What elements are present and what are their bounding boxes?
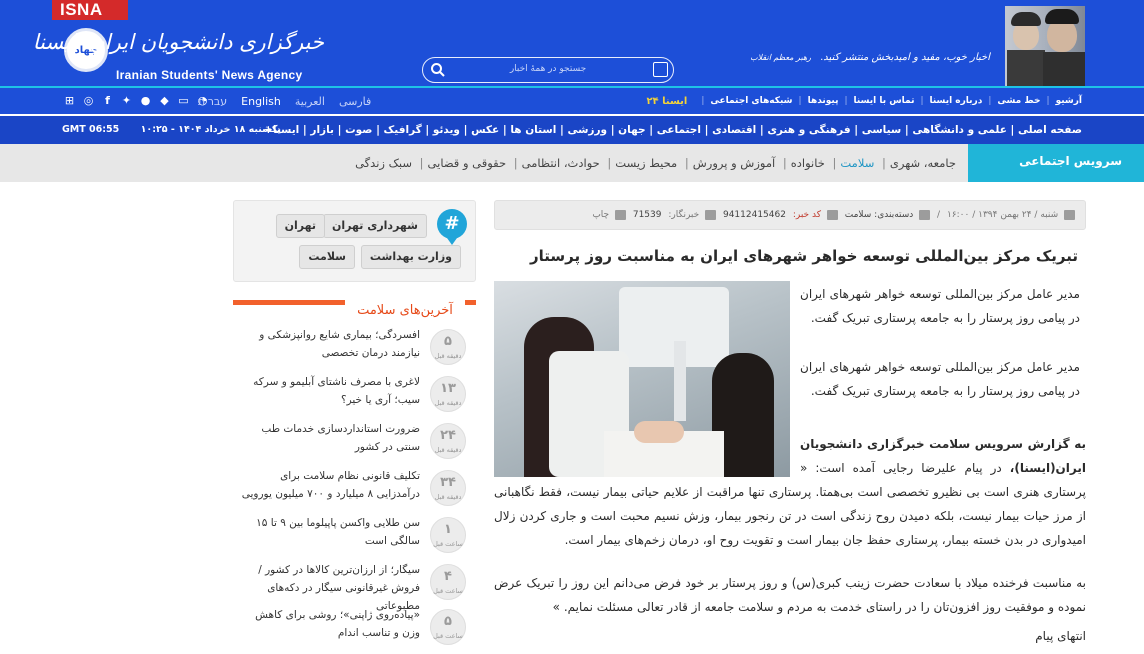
twitter-icon[interactable]: ✦ (119, 94, 134, 108)
sub-nav: سرویس اجتماعی جامعه، شهری| سلامت| خانواد… (0, 144, 1144, 182)
leader-slogan: اخبار خوب، مفید و امیدبخش منتشر کنید. ره… (750, 52, 990, 63)
site-header: ISNA جهاد خبرگزاری دانشجویان ایران، ایسن… (0, 0, 1144, 88)
article-headline: تبریک مرکز بین‌المللی توسعه خواهر شهرهای… (530, 247, 1078, 265)
print-link[interactable]: چاپ (592, 210, 609, 220)
latest-item[interactable]: ۱۳ دقیقه قبل لاغری با مصرف ناشتای آبلیمو … (233, 373, 476, 421)
news-code: 94112415462 (722, 210, 786, 220)
latest-item[interactable]: ۲۴ دقیقه قبل ضرورت استانداردسازی خدمات طب… (233, 420, 476, 468)
utility-links: آرشیو | خط مشی | درباره ایسنا | تماس با ایس… (646, 95, 1082, 107)
main-nav: صفحه اصلی | علمی و دانشگاهی | سیاسی | فر… (0, 116, 1144, 144)
tag-tehran[interactable]: تهران (275, 214, 325, 238)
print-icon[interactable] (614, 209, 626, 220)
time-badge: ۳۴ دقیقه قبل (430, 470, 466, 506)
latest-item[interactable]: ۵ ساعت قبل «پیاده‌روی ژاپنی»؛ روشی برای ک… (233, 606, 476, 654)
latest-item-title[interactable]: تکلیف قانونی نظام سلامت برای درآمدزایی ۸… (240, 467, 420, 503)
id-card-icon (826, 209, 838, 220)
leaders-photo (1005, 6, 1085, 86)
tags-box: # شهرداری تهران تهران وزارت بهداشت سلامت (233, 200, 476, 282)
utility-bar: ⊞ ◎ f ✦ ● ◆ ▭ ◔ עברית English العربية فا… (0, 88, 1144, 114)
latest-item-title[interactable]: ضرورت استانداردسازی خدمات طب سنتی در کشو… (240, 420, 420, 456)
hashtag-icon: # (437, 209, 467, 245)
time-badge: ۱۳ دقیقه قبل (430, 376, 466, 412)
article-meta-bar: شنبه / ۲۴ بهمن ۱۳۹۴ / ۱۶:۰۰ / دسته‌بندی:… (494, 200, 1086, 230)
sub-link-environment[interactable]: محیط زیست (615, 156, 677, 170)
util-link-contact[interactable]: تماس با ایسنا (854, 96, 915, 106)
tv-icon[interactable]: ▭ (176, 94, 191, 108)
search-icon[interactable] (430, 62, 446, 78)
sub-link-incidents[interactable]: حوادث، انتظامی (522, 156, 600, 170)
lang-arabic[interactable]: العربية (295, 95, 325, 108)
instagram-icon[interactable]: ◎ (81, 94, 96, 108)
search-input[interactable]: جستجو در همهٔ اخبار (453, 58, 643, 81)
time-badge: ۵ ساعت قبل (430, 609, 466, 645)
sub-link-health[interactable]: سلامت (840, 156, 874, 170)
logo-persian[interactable]: خبرگزاری دانشجویان ایران، ایسنا (33, 20, 324, 64)
latest-item[interactable]: ۵ دقیقه قبل افسردگی؛ بیماری شایع روانپزشک… (233, 326, 476, 374)
lang-english[interactable]: English (241, 95, 281, 108)
article-end: انتهای پیام (1035, 629, 1086, 643)
reporter-id: 71539 (632, 210, 662, 220)
android-icon[interactable]: ◆ (157, 94, 172, 108)
article-body-2: به مناسبت فرخنده میلاد با سعادت حضرت زین… (494, 576, 1086, 614)
gmt-time: GMT 06:55 (62, 124, 120, 135)
article-body-1: به گزارش سرویس سلامت خبرگزاری دانشجویان … (494, 432, 1086, 552)
sub-link-society[interactable]: جامعه، شهری (890, 156, 956, 170)
windows-icon[interactable]: ⊞ (62, 94, 77, 108)
util-link-about[interactable]: درباره ایسنا (930, 96, 983, 106)
article-lead-1: مدیر عامل مرکز بین‌المللی توسعه خواهر شه… (800, 287, 1080, 325)
main-nav-links[interactable]: صفحه اصلی | علمی و دانشگاهی | سیاسی | فر… (264, 116, 1082, 144)
news-code-label: کد خبر: (792, 210, 821, 220)
latest-item-title[interactable]: سن طلایی واکسن پاپیلوما بین ۹ تا ۱۵ سالگ… (240, 514, 420, 550)
social-icons: ⊞ ◎ f ✦ ● ◆ ▭ ◔ (62, 88, 210, 114)
calendar-small-icon (1064, 209, 1075, 220)
language-switcher: עברית English العربية فارسی (198, 88, 371, 114)
search-box[interactable]: جستجو در همهٔ اخبار (422, 57, 674, 83)
slogan-text: اخبار خوب، مفید و امیدبخش منتشر کنید. (820, 52, 990, 63)
tag-health[interactable]: سلامت (299, 245, 355, 269)
sub-link-family[interactable]: خانواده (791, 156, 825, 170)
latest-item-title[interactable]: لاغری با مصرف ناشتای آبلیمو و سرکه سیب؛ … (240, 373, 420, 409)
folder-icon (919, 209, 931, 220)
microphone-icon (705, 209, 717, 220)
service-tab-social[interactable]: سرویس اجتماعی (968, 144, 1144, 182)
tag-tehran-municipality[interactable]: شهرداری تهران (323, 214, 427, 238)
latest-item[interactable]: ۴ ساعت قبل سیگار؛ از ارزان‌ترین کالاها در… (233, 561, 476, 612)
calendar-icon[interactable] (653, 62, 668, 77)
sub-link-lifestyle[interactable]: سبک زندگی (355, 156, 412, 170)
latest-item-title[interactable]: «پیاده‌روی ژاپنی»؛ روشی برای کاهش وزن و … (240, 606, 420, 642)
sub-link-legal[interactable]: حقوقی و قضایی (428, 156, 507, 170)
logo-english[interactable]: Iranian Students' News Agency (116, 68, 326, 82)
reporter-label: خبرنگار: (668, 210, 700, 220)
time-badge: ۴ ساعت قبل (430, 564, 466, 600)
latest-item[interactable]: ۳۴ دقیقه قبل تکلیف قانونی نظام سلامت برای… (233, 467, 476, 515)
isna-tag[interactable]: ISNA (52, 0, 128, 20)
article-category: دسته‌بندی: سلامت (844, 210, 914, 220)
latest-item-title[interactable]: افسردگی؛ بیماری شایع روانپزشکی و نیازمند… (240, 326, 420, 362)
util-link-social[interactable]: شبکه‌های اجتماعی (710, 96, 792, 106)
sub-link-education[interactable]: آموزش و پرورش (693, 156, 775, 170)
date-bar: GMT 06:55 یکشنبه ۱۸ خرداد ۱۴۰۴ - ۱۰:۲۵ (62, 116, 281, 144)
persian-date: یکشنبه ۱۸ خرداد ۱۴۰۴ - ۱۰:۲۵ (140, 124, 281, 135)
util-link-links[interactable]: پیوندها (808, 96, 839, 106)
lang-hebrew[interactable]: עברית (198, 95, 227, 108)
time-badge: ۵ دقیقه قبل (430, 329, 466, 365)
time-badge: ۱ ساعت قبل (430, 517, 466, 553)
time-badge: ۲۴ دقیقه قبل (430, 423, 466, 459)
apple-icon[interactable]: ● (138, 94, 153, 108)
util-link-archive[interactable]: آرشیو (1056, 96, 1082, 106)
isna24-link[interactable]: ایسنا ۲۴ (646, 96, 687, 107)
slogan-signature: رهبر معظم انقلاب (750, 53, 811, 62)
article-lead-2: مدیر عامل مرکز بین‌المللی توسعه خواهر شه… (800, 360, 1080, 398)
util-link-policy[interactable]: خط مشی (997, 96, 1040, 106)
facebook-icon[interactable]: f (100, 94, 115, 108)
latest-item[interactable]: ۱ ساعت قبل سن طلایی واکسن پاپیلوما بین ۹ … (233, 514, 476, 562)
tag-health-ministry[interactable]: وزارت بهداشت (360, 245, 461, 269)
lang-persian[interactable]: فارسی (339, 95, 371, 108)
sub-nav-links: جامعه، شهری| سلامت| خانواده| آموزش و پرو… (355, 156, 956, 170)
latest-health-title: آخرین‌های سلامت (345, 298, 465, 324)
article-date: شنبه / ۲۴ بهمن ۱۳۹۴ / ۱۶:۰۰ (946, 210, 1059, 220)
